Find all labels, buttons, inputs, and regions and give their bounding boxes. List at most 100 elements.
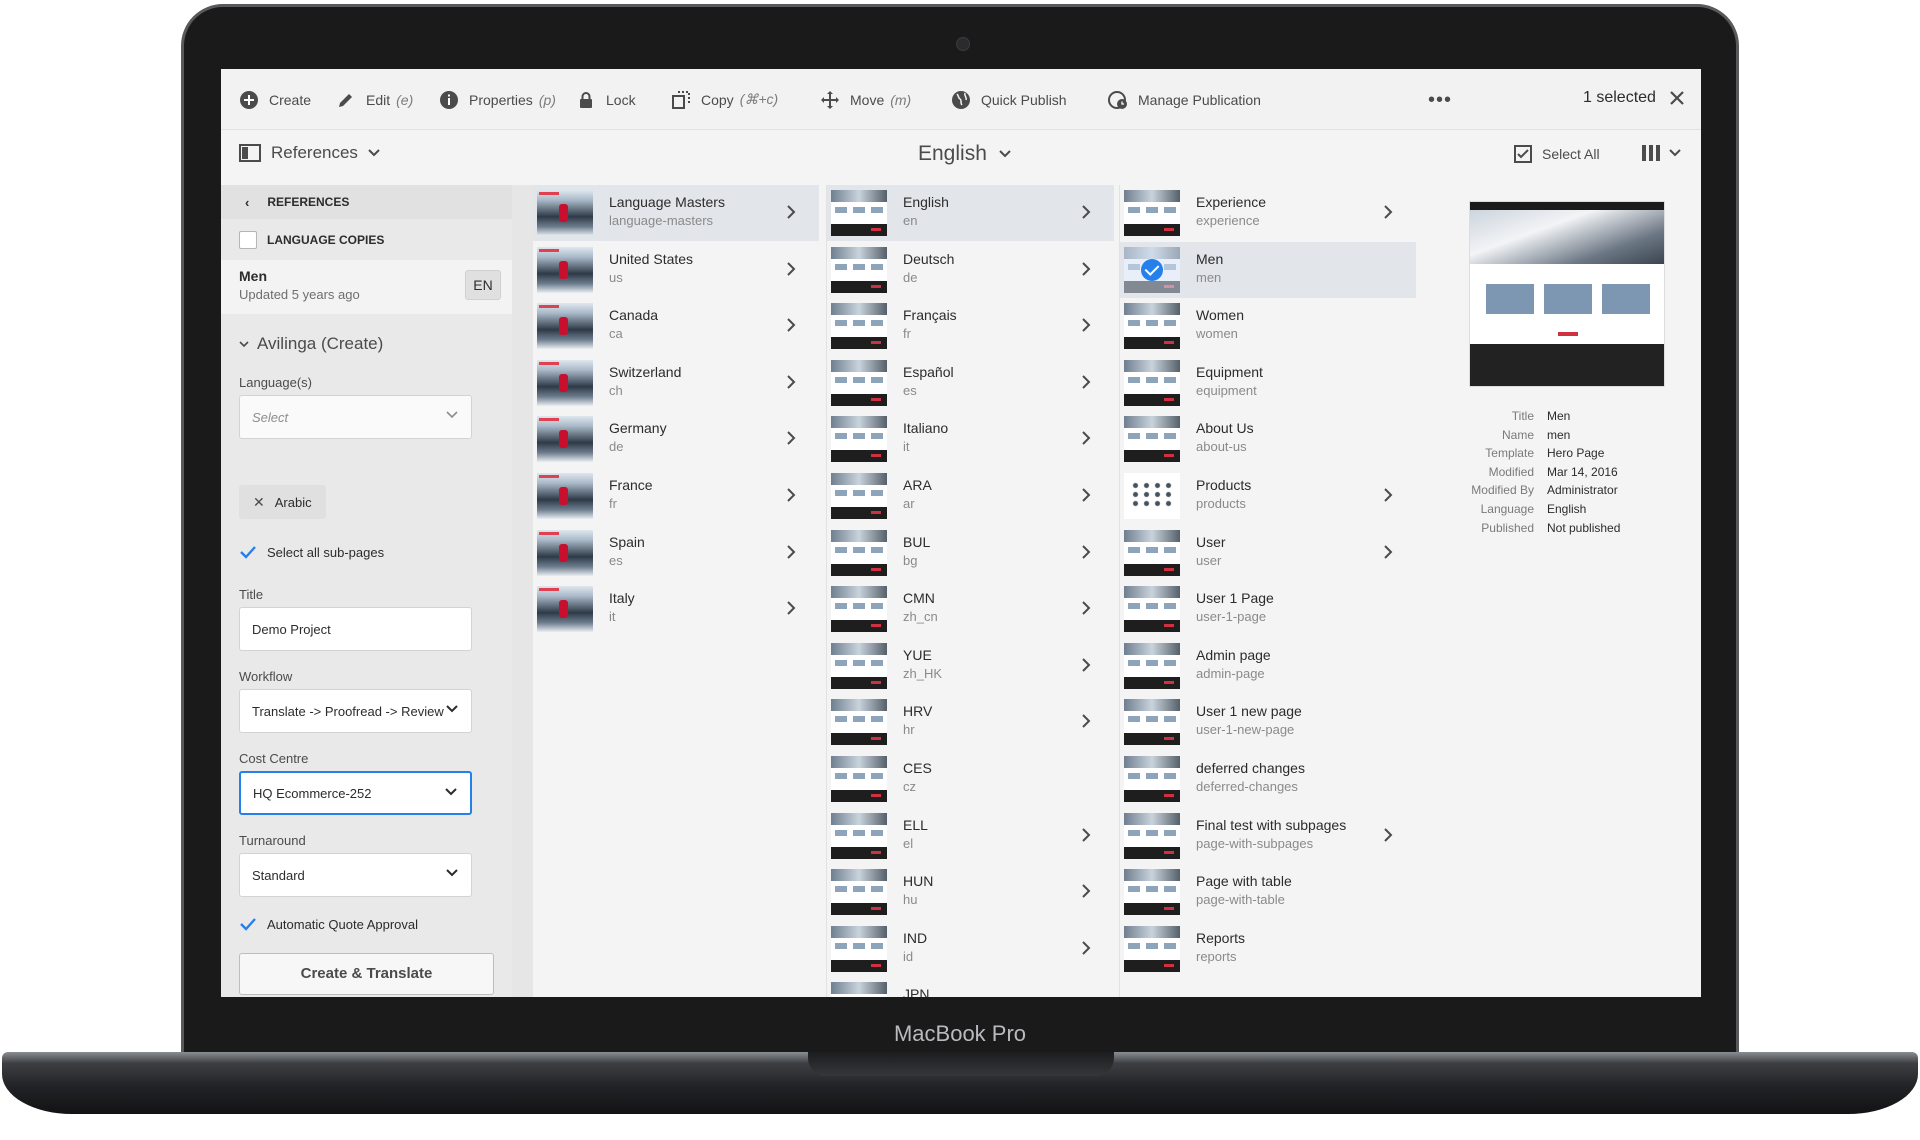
column-row[interactable]: Spain es bbox=[533, 525, 819, 581]
column-row[interactable]: Español es bbox=[827, 355, 1114, 411]
references-back-button[interactable]: ‹ REFERENCES bbox=[221, 185, 512, 219]
column-row[interactable]: Switzerland ch bbox=[533, 355, 819, 411]
chevron-right-icon[interactable] bbox=[1080, 713, 1092, 729]
column-row[interactable]: HUN hu bbox=[827, 864, 1114, 920]
column-row[interactable]: HRV hr bbox=[827, 694, 1114, 750]
column-row[interactable]: Experience experience bbox=[1120, 185, 1416, 241]
page-thumbnail[interactable] bbox=[1124, 925, 1180, 972]
move-button[interactable]: Move (m) bbox=[820, 69, 911, 130]
page-thumbnail[interactable] bbox=[537, 416, 593, 463]
column-row[interactable]: deferred changes deferred-changes bbox=[1120, 751, 1416, 807]
column-row[interactable]: User 1 Page user-1-page bbox=[1120, 581, 1416, 637]
column-row[interactable]: IND id bbox=[827, 921, 1114, 977]
column-row[interactable]: Reports reports bbox=[1120, 921, 1416, 977]
page-thumbnail[interactable] bbox=[1124, 416, 1180, 463]
page-thumbnail[interactable] bbox=[831, 246, 887, 293]
translation-section-header[interactable]: Avilinga (Create) bbox=[239, 334, 383, 354]
page-thumbnail[interactable] bbox=[1124, 303, 1180, 350]
page-thumbnail[interactable] bbox=[831, 416, 887, 463]
page-title[interactable]: English bbox=[918, 142, 1011, 166]
column-row[interactable]: Français fr bbox=[827, 298, 1114, 354]
lock-button[interactable]: Lock bbox=[576, 69, 636, 130]
page-thumbnail[interactable] bbox=[831, 756, 887, 802]
chevron-right-icon[interactable] bbox=[785, 430, 797, 446]
chevron-right-icon[interactable] bbox=[1080, 317, 1092, 333]
remove-tag-icon[interactable]: ✕ bbox=[253, 494, 265, 511]
chevron-right-icon[interactable] bbox=[785, 544, 797, 560]
chevron-right-icon[interactable] bbox=[1382, 827, 1394, 843]
properties-button[interactable]: Properties (p) bbox=[439, 69, 556, 130]
page-thumbnail[interactable] bbox=[1124, 869, 1180, 916]
page-thumbnail[interactable] bbox=[537, 303, 593, 350]
column-row[interactable]: ARA ar bbox=[827, 468, 1114, 524]
page-thumbnail[interactable] bbox=[831, 925, 887, 972]
page-thumbnail[interactable] bbox=[1124, 642, 1180, 689]
column-row[interactable]: CMN zh_cn bbox=[827, 581, 1114, 637]
page-thumbnail[interactable] bbox=[537, 359, 593, 406]
select-subpages-checkbox[interactable]: Select all sub-pages bbox=[239, 543, 384, 561]
page-thumbnail[interactable] bbox=[831, 190, 887, 236]
column-row[interactable]: Germany de bbox=[533, 411, 819, 467]
close-icon[interactable] bbox=[1666, 87, 1688, 109]
language-copies-row[interactable]: LANGUAGE COPIES bbox=[221, 219, 512, 260]
column-row[interactable]: United States us bbox=[533, 242, 819, 298]
create-button[interactable]: Create bbox=[239, 69, 311, 130]
chevron-right-icon[interactable] bbox=[1080, 600, 1092, 616]
page-thumbnail[interactable] bbox=[1124, 756, 1180, 802]
page-thumbnail[interactable] bbox=[1124, 473, 1180, 519]
chevron-right-icon[interactable] bbox=[1080, 940, 1092, 956]
rail-toggle-button[interactable]: References bbox=[239, 143, 380, 163]
more-actions-icon[interactable]: ••• bbox=[1428, 89, 1452, 112]
page-thumbnail[interactable] bbox=[1124, 246, 1180, 293]
chevron-right-icon[interactable] bbox=[1080, 430, 1092, 446]
auto-quote-checkbox[interactable]: Automatic Quote Approval bbox=[239, 915, 418, 933]
chevron-right-icon[interactable] bbox=[785, 317, 797, 333]
column-row[interactable]: Language Masters language-masters bbox=[533, 185, 819, 241]
column-row[interactable]: Women women bbox=[1120, 298, 1416, 354]
chevron-right-icon[interactable] bbox=[1080, 883, 1092, 899]
column-row[interactable]: JPN bbox=[827, 977, 1114, 997]
language-copies-checkbox[interactable] bbox=[239, 230, 257, 249]
chevron-right-icon[interactable] bbox=[785, 487, 797, 503]
column-row[interactable]: Admin page admin-page bbox=[1120, 638, 1416, 694]
chevron-right-icon[interactable] bbox=[1080, 374, 1092, 390]
column-row[interactable]: Final test with subpages page-with-subpag… bbox=[1120, 808, 1416, 864]
page-thumbnail[interactable] bbox=[1124, 586, 1180, 633]
page-thumbnail[interactable] bbox=[537, 246, 593, 293]
column-row[interactable]: English en bbox=[827, 185, 1114, 241]
chevron-right-icon[interactable] bbox=[1382, 204, 1394, 220]
title-input[interactable]: Demo Project bbox=[239, 607, 472, 651]
chevron-right-icon[interactable] bbox=[785, 374, 797, 390]
page-thumbnail[interactable] bbox=[1124, 699, 1180, 746]
column-row[interactable]: YUE zh_HK bbox=[827, 638, 1114, 694]
page-thumbnail[interactable] bbox=[831, 642, 887, 689]
page-thumbnail[interactable] bbox=[537, 190, 593, 236]
page-thumbnail[interactable] bbox=[831, 359, 887, 406]
chevron-right-icon[interactable] bbox=[1080, 261, 1092, 277]
cost-centre-select[interactable]: HQ Ecommerce-252 bbox=[239, 771, 472, 815]
column-row[interactable]: Equipment equipment bbox=[1120, 355, 1416, 411]
page-thumbnail[interactable] bbox=[1124, 359, 1180, 406]
chevron-right-icon[interactable] bbox=[785, 600, 797, 616]
chevron-right-icon[interactable] bbox=[785, 261, 797, 277]
page-thumbnail[interactable] bbox=[537, 586, 593, 633]
column-row[interactable]: Page with table page-with-table bbox=[1120, 864, 1416, 920]
page-thumbnail[interactable] bbox=[831, 699, 887, 746]
column-row[interactable]: About Us about-us bbox=[1120, 411, 1416, 467]
column-row[interactable]: ELL el bbox=[827, 808, 1114, 864]
reference-item[interactable]: Men Updated 5 years ago EN bbox=[221, 260, 512, 314]
chevron-right-icon[interactable] bbox=[1080, 544, 1092, 560]
manage-publication-button[interactable]: Manage Publication bbox=[1108, 69, 1261, 130]
page-thumbnail[interactable] bbox=[831, 529, 887, 576]
column-row[interactable]: User user bbox=[1120, 525, 1416, 581]
page-thumbnail[interactable] bbox=[537, 473, 593, 519]
chevron-right-icon[interactable] bbox=[785, 204, 797, 220]
quick-publish-button[interactable]: Quick Publish bbox=[951, 69, 1067, 130]
page-thumbnail[interactable] bbox=[1124, 529, 1180, 576]
chevron-right-icon[interactable] bbox=[1080, 657, 1092, 673]
workflow-select[interactable]: Translate -> Proofread -> Review bbox=[239, 689, 472, 733]
page-thumbnail[interactable] bbox=[1124, 812, 1180, 859]
chevron-right-icon[interactable] bbox=[1080, 487, 1092, 503]
page-thumbnail[interactable] bbox=[1124, 190, 1180, 236]
chevron-right-icon[interactable] bbox=[1382, 487, 1394, 503]
